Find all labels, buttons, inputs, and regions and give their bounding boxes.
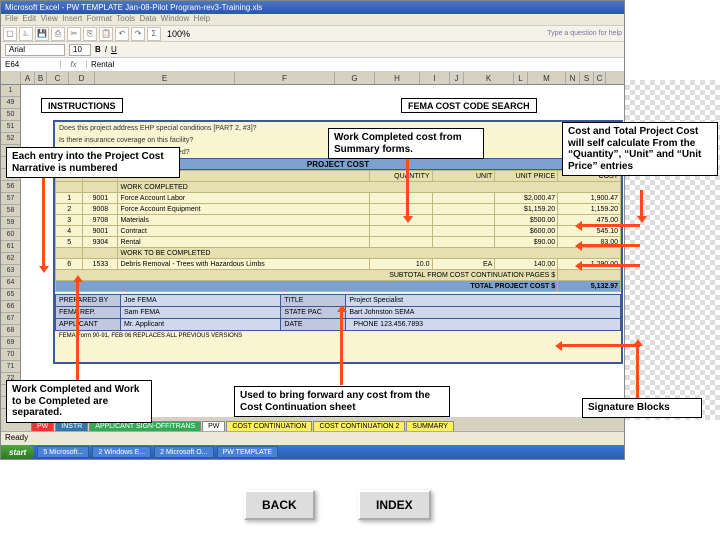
open-icon[interactable]: ⎁ (19, 27, 33, 41)
callout-numbered: Each entry into the Project Cost Narrati… (6, 147, 180, 178)
zoom-box[interactable]: 100% (167, 29, 190, 39)
underline-icon[interactable]: U (111, 45, 117, 54)
table-row[interactable]: 59304Rental$90.0083.00 (56, 237, 621, 248)
sheet-tab[interactable]: PW (31, 421, 54, 431)
sheet-tab[interactable]: COST CONTINUATION (226, 421, 312, 431)
worksheet-grid[interactable]: AB CD EF GH IJ KL MN SC 1495051525354555… (1, 72, 624, 432)
fema-search-button[interactable]: FEMA COST CODE SEARCH (401, 98, 537, 113)
cost-table[interactable]: ITEMCODENARRATIVEQUANTITYUNITUNIT PRICEC… (55, 170, 621, 292)
callout-self-calculate: Cost and Total Project Cost will self ca… (562, 122, 718, 176)
signature-block[interactable]: PREPARED BYJoe FEMATITLEProject Speciali… (55, 294, 621, 331)
start-button[interactable]: start (1, 445, 34, 459)
table-row[interactable]: 29008Force Account Equipment$1,159.201,1… (56, 204, 621, 215)
redo-icon[interactable]: ↷ (131, 27, 145, 41)
sheet-tab[interactable]: APPLICANT SIGN-OFF/TRANS (89, 421, 201, 431)
callout-separated: Work Completed and Work to be Completed … (6, 380, 152, 423)
arrow (406, 158, 409, 218)
arrow (580, 244, 640, 247)
taskbar-item[interactable]: 2 Windows E... (92, 446, 151, 458)
table-row[interactable]: 61533Debris Removal - Trees with Hazardo… (56, 259, 621, 270)
cut-icon[interactable]: ✂ (67, 27, 81, 41)
titlebar: Microsoft Excel - PW TEMPLATE Jan-08-Pil… (1, 1, 624, 14)
status-bar: Ready (1, 431, 624, 445)
arrow (580, 264, 640, 267)
formula-input[interactable]: Rental (87, 60, 118, 69)
new-icon[interactable]: ▢ (3, 27, 17, 41)
column-headers[interactable]: AB CD EF GH IJ KL MN SC (1, 72, 624, 85)
ask-question-box[interactable]: Type a question for help (547, 30, 622, 37)
fx-icon[interactable]: fx (61, 60, 87, 69)
taskbar-item[interactable]: 5 Microsoft... (37, 446, 89, 458)
arrow (42, 178, 45, 268)
taskbar-item[interactable]: 2 Microsoft O... (154, 446, 213, 458)
standard-toolbar[interactable]: ▢ ⎁ 💾 ⎙ ✂ ⎘ 📋 ↶ ↷ Σ 100% Type a question… (1, 26, 624, 42)
formula-bar[interactable]: E64 fx Rental (1, 58, 624, 72)
callout-signature: Signature Blocks (582, 398, 702, 418)
callout-continuation: Used to bring forward any cost from the … (234, 386, 450, 417)
callout-work-completed-cost: Work Completed cost from Summary forms. (328, 128, 484, 159)
save-icon[interactable]: 💾 (35, 27, 49, 41)
window-title: Microsoft Excel - PW TEMPLATE Jan-08-Pil… (5, 3, 262, 12)
windows-taskbar[interactable]: start 5 Microsoft...2 Windows E...2 Micr… (1, 445, 624, 459)
bold-icon[interactable]: B (95, 45, 101, 54)
arrow (640, 190, 643, 218)
back-button[interactable]: BACK (244, 490, 315, 520)
menubar[interactable]: File Edit View Insert Format Tools Data … (1, 14, 624, 26)
instructions-button[interactable]: INSTRUCTIONS (41, 98, 123, 113)
print-icon[interactable]: ⎙ (51, 27, 65, 41)
paste-icon[interactable]: 📋 (99, 27, 113, 41)
index-button[interactable]: INDEX (358, 490, 431, 520)
copy-icon[interactable]: ⎘ (83, 27, 97, 41)
name-box[interactable]: E64 (1, 60, 61, 69)
font-size-box[interactable]: 10 (69, 44, 91, 56)
form-footnote: FEMA Form 90-91, FEB 06 REPLACES ALL PRE… (55, 331, 621, 341)
arrow (560, 344, 640, 347)
sum-icon[interactable]: Σ (147, 27, 161, 41)
arrow (636, 344, 639, 399)
table-row[interactable]: 49001Contract$600.00545.10 (56, 226, 621, 237)
italic-icon[interactable]: I (105, 45, 107, 54)
formatting-toolbar[interactable]: Arial 10 B I U (1, 42, 624, 58)
sheet-tab[interactable]: PW (202, 421, 225, 431)
sheet-tab[interactable]: COST CONTINUATION 2 (313, 421, 405, 431)
taskbar-item[interactable]: PW TEMPLATE (217, 446, 279, 458)
arrow (340, 310, 343, 385)
sheet-tab[interactable]: SUMMARY (406, 421, 454, 431)
sheet-tab[interactable]: INSTR (55, 421, 88, 431)
table-row[interactable]: 39708Materials$500.00475.00 (56, 215, 621, 226)
undo-icon[interactable]: ↶ (115, 27, 129, 41)
arrow (76, 280, 79, 380)
font-name-box[interactable]: Arial (5, 44, 65, 56)
arrow (580, 224, 640, 227)
table-row[interactable]: 19001Force Account Labor$2,000.471,900.4… (56, 193, 621, 204)
